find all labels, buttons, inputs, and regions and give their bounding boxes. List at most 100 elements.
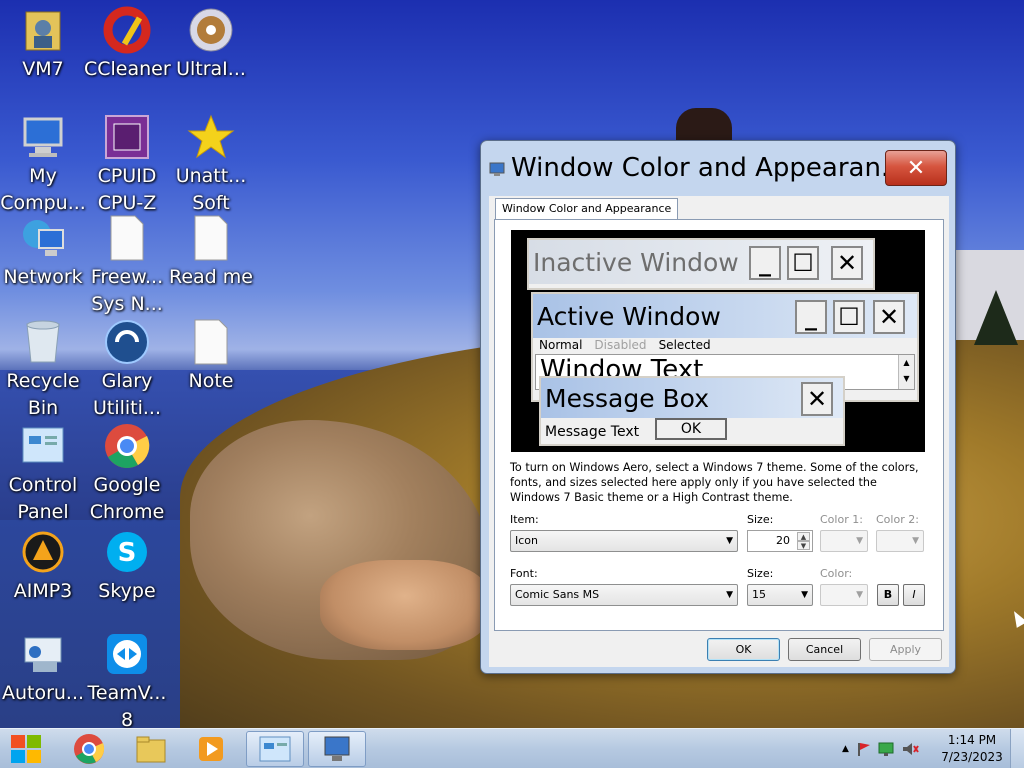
desktop-icon-read-me[interactable]: Read me <box>168 214 254 291</box>
desktop-icon-network[interactable]: Network <box>0 214 86 291</box>
taskbar-control-panel[interactable] <box>246 731 304 767</box>
tab-window-color-appearance[interactable]: Window Color and Appearance <box>495 198 679 220</box>
volume-icon[interactable] <box>901 741 919 757</box>
skype-icon: S <box>103 528 151 576</box>
dialog-title: Window Color and Appearan... <box>511 153 906 183</box>
desktop-icon-vm7[interactable]: VM7 <box>0 6 86 83</box>
desktop-icon-label: UltraI... <box>176 58 246 80</box>
preview-scrollbar: ▲ ▼ <box>898 355 914 389</box>
size-label: Size: <box>747 513 774 526</box>
font-dropdown-value: Comic Sans MS <box>515 588 600 601</box>
recycle-bin-icon <box>19 318 67 366</box>
maximize-icon: ☐ <box>787 246 819 280</box>
desktop-icon-label: My Compu... <box>0 165 86 214</box>
taskbar: ▲ 1:14 PM 7/23/2023 <box>0 728 1024 768</box>
chevron-down-icon: ▼ <box>912 536 919 546</box>
spin-down-icon[interactable]: ▼ <box>797 541 810 550</box>
desktop-icon-teamviewer[interactable]: TeamV... 8 <box>84 630 170 728</box>
teamviewer-icon <box>103 630 151 678</box>
user-folder-icon <box>19 6 67 54</box>
item-label: Item: <box>510 513 539 526</box>
desktop-icon-label: Freew... Sys N... <box>90 266 164 315</box>
close-icon: ✕ <box>873 300 905 334</box>
computer-icon <box>19 113 67 161</box>
item-dropdown[interactable]: Icon ▼ <box>510 530 738 552</box>
aero-description: To turn on Windows Aero, select a Window… <box>510 461 919 504</box>
taskbar-chrome[interactable] <box>60 731 118 767</box>
desktop-icon-note[interactable]: Note <box>168 318 254 395</box>
document-icon <box>103 214 151 262</box>
desktop-icon-label: Google Chrome <box>89 474 165 523</box>
desktop-icon-label: VM7 <box>22 58 64 80</box>
desktop-icon-ultraiso[interactable]: UltraI... <box>168 6 254 83</box>
color2-label: Color 2: <box>876 513 919 526</box>
desktop-icon-label: CCleaner <box>84 58 171 80</box>
start-button[interactable] <box>0 731 52 767</box>
clock-date: 7/23/2023 <box>941 750 1003 764</box>
desktop-icon-google-chrome[interactable]: Google Chrome <box>84 422 170 526</box>
bold-button[interactable]: B <box>877 584 899 606</box>
apply-button[interactable]: Apply <box>869 638 942 661</box>
size-spinner[interactable]: 20 ▲ ▼ <box>747 530 813 552</box>
italic-button[interactable]: I <box>903 584 925 606</box>
desktop-icon-aimp3[interactable]: AIMP3 <box>0 528 86 605</box>
chrome-icon <box>74 734 105 764</box>
display-icon <box>324 736 350 761</box>
preview-message-title-bar: Message Box <box>541 378 843 418</box>
font-size-value: 15 <box>752 588 766 601</box>
spin-up-icon[interactable]: ▲ <box>797 532 810 541</box>
action-center-flag-icon[interactable] <box>855 741 871 757</box>
cancel-button[interactable]: Cancel <box>788 638 861 661</box>
desktop-icon-label: Read me <box>169 266 253 288</box>
desktop-icon-freeware-sys[interactable]: Freew... Sys N... <box>84 214 170 318</box>
system-tray: ▲ <box>842 729 919 768</box>
desktop-icon-autoruns[interactable]: Autoru... <box>0 630 86 707</box>
clock[interactable]: 1:14 PM 7/23/2023 <box>935 732 1009 766</box>
ok-button[interactable]: OK <box>707 638 780 661</box>
desktop-icon-label: CPUID CPU-Z <box>97 165 157 214</box>
taskbar-media-player[interactable] <box>182 731 240 767</box>
desktop-icon-control-panel[interactable]: Control Panel <box>0 422 86 526</box>
desktop-icon-cpuz[interactable]: CPUID CPU-Z <box>84 113 170 217</box>
close-icon: ✕ <box>831 246 863 280</box>
chevron-down-icon: ▼ <box>856 590 863 600</box>
font-dropdown[interactable]: Comic Sans MS ▼ <box>510 584 738 606</box>
show-hidden-icons-icon[interactable]: ▲ <box>842 744 849 754</box>
desktop-icon-glary-utilities[interactable]: Glary Utiliti... <box>84 318 170 422</box>
desktop-icon-skype[interactable]: S Skype <box>84 528 170 605</box>
font-size-dropdown[interactable]: 15 ▼ <box>747 584 813 606</box>
document-icon <box>187 318 235 366</box>
wallpaper-rocks <box>320 560 490 650</box>
media-player-icon <box>199 737 223 761</box>
chevron-down-icon: ▼ <box>726 590 733 600</box>
preview-message-box: Message Box ✕ Message Text OK <box>539 376 845 446</box>
taskbar-explorer[interactable] <box>122 731 180 767</box>
appearance-preview[interactable]: Inactive Window _ ☐ ✕ Active Window _ ☐ … <box>511 230 925 452</box>
desktop-icon-label: Skype <box>98 580 156 602</box>
desktop-icon-label: Note <box>188 370 234 392</box>
size-spinner-value: 20 <box>776 534 790 547</box>
desktop-icon-ccleaner[interactable]: CCleaner <box>84 6 171 83</box>
color1-picker[interactable]: ▼ <box>820 530 868 552</box>
desktop-icon-my-computer[interactable]: My Compu... <box>0 113 86 217</box>
wallpaper-tree <box>974 290 1018 345</box>
item-dropdown-value: Icon <box>515 534 538 547</box>
close-button[interactable]: ✕ <box>885 150 947 186</box>
document-icon <box>187 214 235 262</box>
chrome-icon <box>103 422 151 470</box>
color2-picker[interactable]: ▼ <box>876 530 924 552</box>
network-tray-icon[interactable] <box>877 741 895 757</box>
taskbar-display-properties[interactable] <box>308 731 366 767</box>
preview-menu-bar: Normal Disabled Selected <box>539 338 711 352</box>
close-icon: ✕ <box>801 382 833 416</box>
glary-icon <box>103 318 151 366</box>
star-icon <box>187 113 235 161</box>
chevron-down-icon: ▼ <box>726 536 733 546</box>
window-color-appearance-dialog: Window Color and Appearan... ✕ Window Co… <box>480 140 956 674</box>
font-color-picker[interactable]: ▼ <box>820 584 868 606</box>
windows-logo-icon <box>11 735 41 763</box>
desktop-icon-recycle-bin[interactable]: Recycle Bin <box>0 318 86 422</box>
show-desktop-button[interactable] <box>1010 729 1024 768</box>
desktop-icon-unattended-soft[interactable]: Unatt... Soft <box>168 113 254 217</box>
color1-label: Color 1: <box>820 513 863 526</box>
